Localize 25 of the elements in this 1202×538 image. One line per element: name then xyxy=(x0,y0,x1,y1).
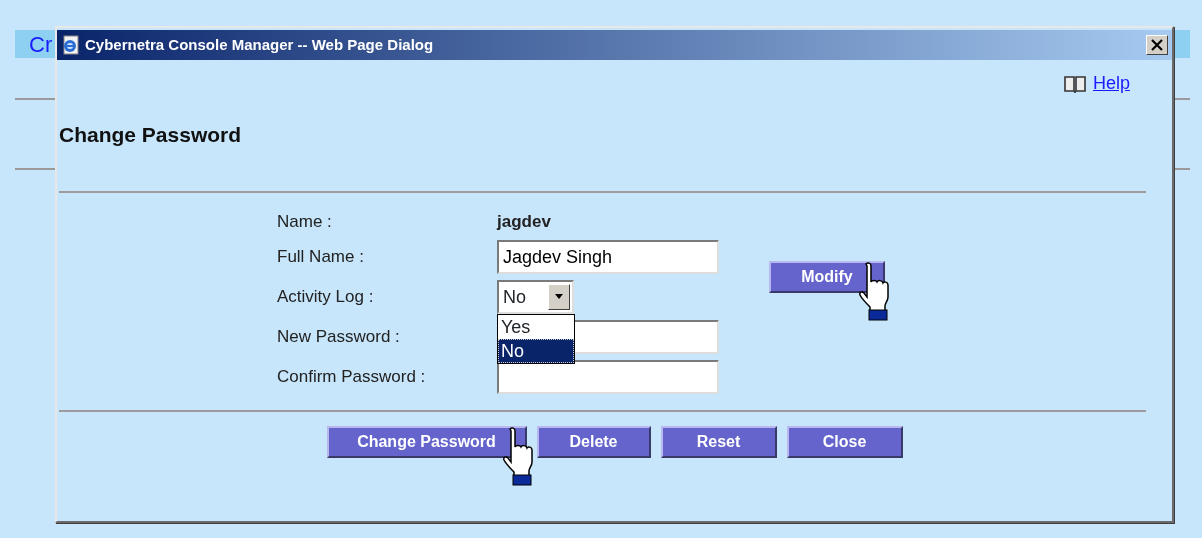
dropdown-arrow-button[interactable] xyxy=(548,284,570,310)
browser-icon xyxy=(61,35,81,55)
action-button[interactable]: Reset xyxy=(660,426,777,458)
password-field[interactable] xyxy=(497,360,719,394)
text-field[interactable]: Jagdev Singh xyxy=(497,240,719,274)
field-label: Name : xyxy=(277,210,333,233)
modify-button[interactable]: Modify xyxy=(769,261,885,293)
close-button[interactable] xyxy=(1146,35,1168,55)
action-button[interactable]: Change Password xyxy=(326,426,527,458)
action-button[interactable]: Delete xyxy=(536,426,651,458)
dropdown-option[interactable]: No xyxy=(498,339,574,363)
field-label: Full Name : xyxy=(277,246,365,269)
field-value: jagdev xyxy=(497,210,552,233)
caret-icon xyxy=(554,294,564,300)
field-label: Confirm Password : xyxy=(277,366,427,389)
field-label: Activity Log : xyxy=(277,286,375,309)
action-button[interactable]: Close xyxy=(786,426,903,458)
close-icon xyxy=(1151,39,1163,51)
dropdown-option[interactable]: Yes xyxy=(498,315,574,339)
page-heading: Change Password xyxy=(59,122,243,148)
field-label: New Password : xyxy=(277,326,401,349)
window-title: Cybernetra Console Manager -- Web Page Dialog xyxy=(85,34,434,55)
help-link[interactable]: Help xyxy=(1092,70,1130,97)
page-title: Cr xyxy=(29,30,53,59)
book-icon xyxy=(1062,73,1087,94)
